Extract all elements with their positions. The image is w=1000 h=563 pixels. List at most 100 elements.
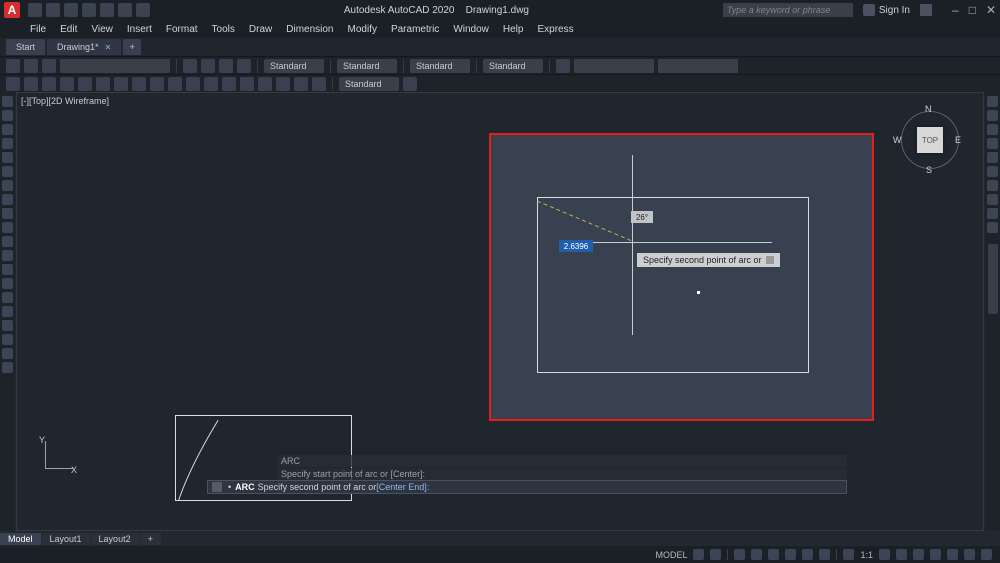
cleanscreen-icon[interactable] [964,549,975,560]
tab-layout2[interactable]: Layout2 [91,533,139,545]
redo-icon[interactable] [136,3,150,17]
undo-icon[interactable] [118,3,132,17]
block-icon[interactable] [2,264,13,275]
array2-icon[interactable] [987,152,998,163]
move-icon[interactable] [150,77,164,91]
infocenter-icon[interactable] [920,4,932,16]
tab-drawing1[interactable]: Drawing1* ✕ [47,39,121,55]
circle-icon[interactable] [42,77,56,91]
spline-icon[interactable] [132,77,146,91]
revcloud-icon[interactable] [2,194,13,205]
dimstyle-dropdown[interactable]: Standard [337,59,397,73]
osnap-toggle-icon[interactable] [768,549,779,560]
rectangle-icon[interactable] [78,77,92,91]
status-model-button[interactable]: MODEL [655,550,687,560]
copy2-icon[interactable] [987,110,998,121]
line-icon[interactable] [6,77,20,91]
tab-layout1[interactable]: Layout1 [42,533,90,545]
annotation-scale[interactable]: 1:1 [860,550,873,560]
menu-window[interactable]: Window [453,24,489,35]
block-icon[interactable] [201,59,215,73]
offset-icon[interactable] [312,77,326,91]
point-icon[interactable] [2,278,13,289]
textstyle-dropdown[interactable]: Standard [264,59,324,73]
menu-dimension[interactable]: Dimension [286,24,333,35]
customize-icon[interactable] [981,549,992,560]
dynamic-distance-input[interactable]: 2.6396 [559,240,593,252]
arc-icon[interactable] [2,166,13,177]
menu-view[interactable]: View [91,24,113,35]
layer-dropdown[interactable] [60,59,170,73]
bylayer-dropdown[interactable] [574,59,654,73]
tab-model[interactable]: Model [0,533,41,545]
tablestyle-dropdown[interactable]: Standard [410,59,470,73]
copy-icon[interactable] [168,77,182,91]
tooltip-options-icon[interactable] [766,256,774,264]
command-line-input[interactable]: • ARC Specify second point of arc or [Ce… [207,480,847,494]
stretch2-icon[interactable] [987,208,998,219]
cmdline-handle-icon[interactable] [212,482,222,492]
match-icon[interactable] [183,59,197,73]
circle-icon[interactable] [2,180,13,191]
app-menu-button[interactable]: A [4,2,20,18]
trim2-icon[interactable] [987,222,998,233]
spline-icon[interactable] [2,208,13,219]
scale-icon[interactable] [240,77,254,91]
ungroup-icon[interactable] [237,59,251,73]
stretch-icon[interactable] [294,77,308,91]
fillet-icon[interactable] [258,77,272,91]
line-icon[interactable] [2,96,13,107]
menu-draw[interactable]: Draw [249,24,272,35]
annostyle-dropdown[interactable]: Standard [339,77,399,91]
rotate-icon[interactable] [186,77,200,91]
polyline-icon[interactable] [24,77,38,91]
units-icon[interactable] [913,549,924,560]
isolate-icon[interactable] [930,549,941,560]
scale2-icon[interactable] [987,194,998,205]
close-button[interactable]: ✕ [986,3,996,17]
hatch2-icon[interactable] [2,292,13,303]
polar-toggle-icon[interactable] [751,549,762,560]
move2-icon[interactable] [987,166,998,177]
ucs-icon[interactable]: Y X [35,435,75,475]
offset2-icon[interactable] [987,138,998,149]
layer-states-icon[interactable] [24,59,38,73]
tab-close-icon[interactable]: ✕ [105,43,112,52]
maximize-button[interactable]: □ [969,3,976,17]
open-icon[interactable] [46,3,60,17]
viewcube-top-face[interactable]: TOP [917,127,943,153]
hatch-icon[interactable] [114,77,128,91]
layer-freeze-icon[interactable] [42,59,56,73]
plot-icon[interactable] [100,3,114,17]
mleaderstyle-dropdown[interactable]: Standard [483,59,543,73]
grid-toggle-icon[interactable] [693,549,704,560]
lwt-toggle-icon[interactable] [802,549,813,560]
ellipse-icon[interactable] [96,77,110,91]
region-icon[interactable] [2,320,13,331]
tab-start[interactable]: Start [6,39,45,55]
menu-modify[interactable]: Modify [348,24,377,35]
more-icon[interactable] [403,77,417,91]
menu-edit[interactable]: Edit [60,24,77,35]
array-icon[interactable] [276,77,290,91]
rotate2-icon[interactable] [987,180,998,191]
minimize-button[interactable]: – [952,3,959,17]
menu-parametric[interactable]: Parametric [391,24,439,35]
menu-insert[interactable]: Insert [127,24,152,35]
cmdline-options[interactable]: [Center End]: [376,482,429,492]
otrack-toggle-icon[interactable] [785,549,796,560]
addselected-icon[interactable] [2,362,13,373]
layer-prop-icon[interactable] [6,59,20,73]
drawing-canvas[interactable]: [-][Top][2D Wireframe] TOP N S E W 26° 2… [16,92,984,531]
new-icon[interactable] [28,3,42,17]
nav-bar[interactable] [988,244,998,314]
gradient-icon[interactable] [2,306,13,317]
save-icon[interactable] [64,3,78,17]
ortho-toggle-icon[interactable] [734,549,745,560]
group-icon[interactable] [219,59,233,73]
hwaccel-icon[interactable] [947,549,958,560]
insert-icon[interactable] [2,250,13,261]
ellipse-icon[interactable] [2,222,13,233]
trim-icon[interactable] [204,77,218,91]
mirror-icon[interactable] [222,77,236,91]
